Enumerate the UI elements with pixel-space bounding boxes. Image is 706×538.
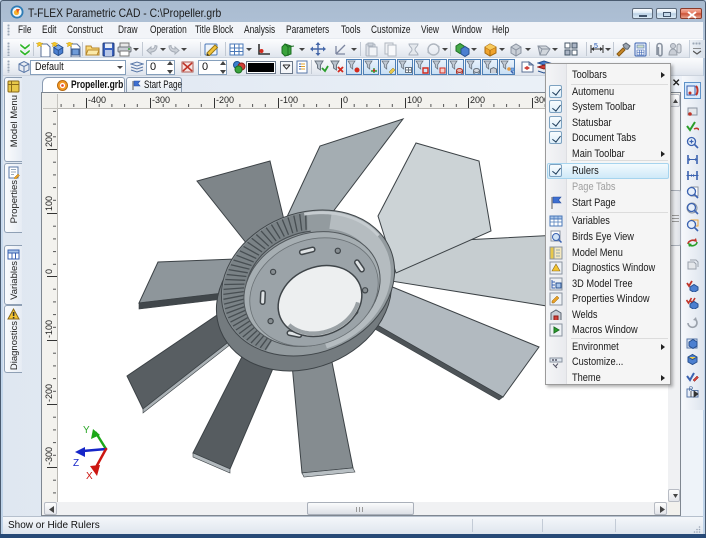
svg-text:X: X bbox=[86, 471, 93, 482]
svg-text:0: 0 bbox=[44, 269, 54, 274]
svg-text:0: 0 bbox=[343, 95, 348, 105]
svg-text:-200: -200 bbox=[44, 384, 54, 402]
svg-text:200: 200 bbox=[44, 132, 54, 147]
svg-text:-300: -300 bbox=[44, 447, 54, 465]
svg-text:-100: -100 bbox=[44, 320, 54, 338]
svg-text:Y: Y bbox=[83, 425, 90, 436]
svg-text:100: 100 bbox=[407, 95, 422, 105]
svg-text:5: 5 bbox=[594, 43, 598, 50]
svg-text:-300: -300 bbox=[152, 95, 170, 105]
svg-text:100: 100 bbox=[44, 196, 54, 211]
svg-text:200: 200 bbox=[470, 95, 485, 105]
svg-text:Z: Z bbox=[73, 458, 79, 469]
svg-text:-400: -400 bbox=[88, 95, 106, 105]
svg-text:-100: -100 bbox=[280, 95, 298, 105]
svg-text:-200: -200 bbox=[216, 95, 234, 105]
